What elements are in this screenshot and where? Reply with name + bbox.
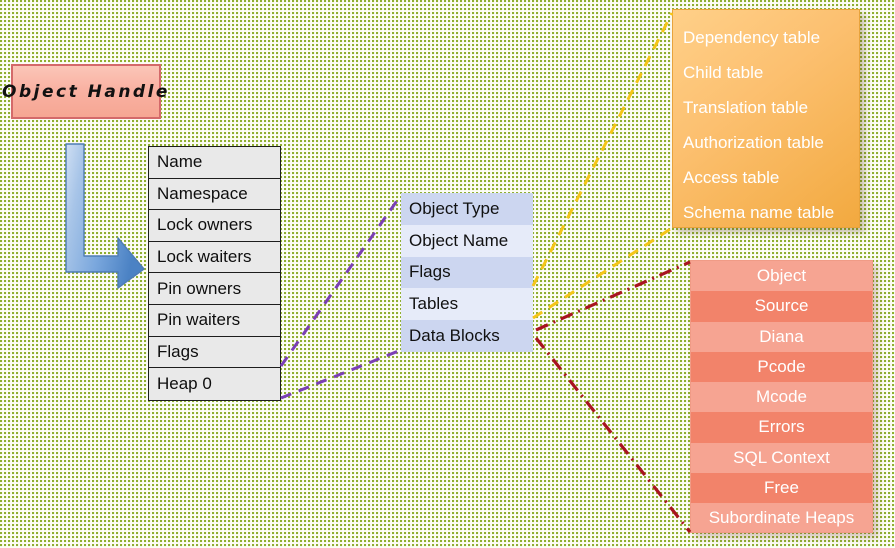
connector-datablocks-to-salmon-top xyxy=(535,260,691,332)
list-item: Object xyxy=(691,261,872,292)
list-item: Authorization table xyxy=(683,133,824,152)
connector-datablocks-to-salmon-bottom xyxy=(534,337,692,533)
connector-heap0-to-heap-table-top xyxy=(279,194,403,367)
table-row: Namespace xyxy=(149,178,280,211)
list-item: Source xyxy=(691,291,872,322)
table-row: Flags xyxy=(149,336,280,369)
list-item: SQL Context xyxy=(691,442,872,474)
table-row: Tables xyxy=(401,288,533,321)
table-row: Object Name xyxy=(401,224,533,257)
connector-tables-to-orange-top xyxy=(531,12,674,287)
data-blocks-detail-panel: Object Source Diana Pcode Mcode Errors S… xyxy=(690,260,873,533)
table-row: Lock owners xyxy=(149,210,280,242)
table-row: Pin waiters xyxy=(149,304,280,337)
list-item: Errors xyxy=(691,412,872,443)
table-row: Lock waiters xyxy=(149,241,280,274)
tables-detail-panel: Dependency table Child table Translation… xyxy=(672,9,860,228)
connector-heap0-to-heap-table-bottom xyxy=(280,348,402,400)
list-item: Child table xyxy=(683,63,764,82)
list-item: Diana xyxy=(691,321,872,352)
table-row: Pin owners xyxy=(149,273,280,305)
list-item: Free xyxy=(691,473,872,504)
heap-zero-fields-table: Object Type Object Name Flags Tables Dat… xyxy=(401,193,533,352)
object-handle-fields-table: Name Namespace Lock owners Lock waiters … xyxy=(148,146,281,401)
list-item: Schema name table xyxy=(683,203,835,222)
bent-arrow-down-right-icon xyxy=(60,138,150,290)
list-item: Translation table xyxy=(683,98,809,117)
object-handle-callout: Object Handle xyxy=(2,64,167,119)
table-row: Flags xyxy=(401,256,533,289)
list-item: Subordinate Heaps xyxy=(691,503,872,532)
list-item: Dependency table xyxy=(683,28,821,47)
table-row: Name xyxy=(149,147,280,179)
table-row: Heap 0 xyxy=(149,368,280,400)
table-row: Object Type xyxy=(401,193,533,225)
diagram-canvas: Object Handle Name Namespace Lock owners… xyxy=(0,0,895,548)
object-handle-label: Object Handle xyxy=(2,81,170,102)
list-item: Pcode xyxy=(691,351,872,383)
list-item: Mcode xyxy=(691,382,872,413)
list-item: Access table xyxy=(683,168,780,187)
table-row: Data Blocks xyxy=(401,320,533,352)
connector-tables-to-orange-bottom xyxy=(532,226,673,320)
